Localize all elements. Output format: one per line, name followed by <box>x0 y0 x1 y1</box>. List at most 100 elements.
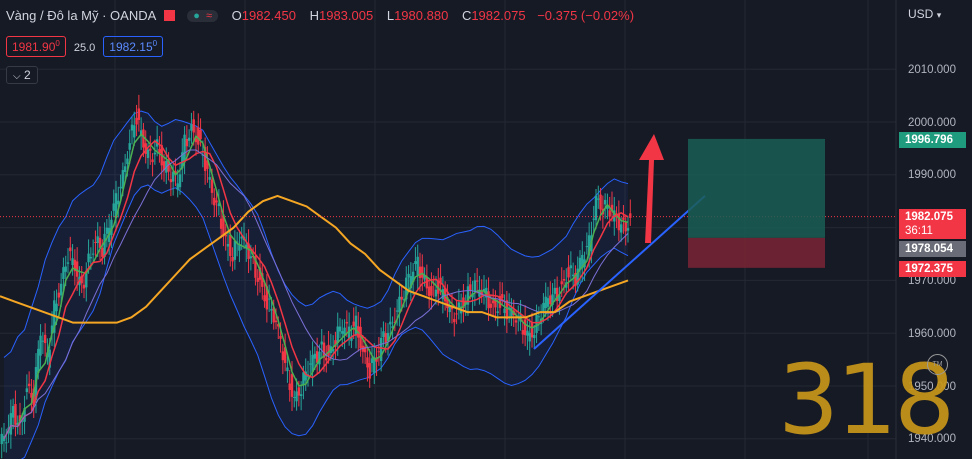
candle-body <box>336 326 339 344</box>
candle-body <box>126 158 129 165</box>
open-value: 1982.450 <box>241 8 296 23</box>
candle-body <box>183 134 186 162</box>
candle-body <box>288 383 291 390</box>
candle-body <box>39 335 42 356</box>
candle-body <box>89 256 93 259</box>
candle-body <box>453 318 456 323</box>
candle-body <box>496 311 499 313</box>
buy-button[interactable]: 1982.150 <box>103 36 164 57</box>
candle-body <box>299 394 303 397</box>
buy-price-sup: 0 <box>152 39 158 48</box>
market-open-icon: ● <box>193 10 200 22</box>
candle-body <box>176 183 179 190</box>
candle-body <box>192 119 195 133</box>
flag-icon[interactable] <box>164 10 176 21</box>
candle-body <box>389 321 392 325</box>
candle-body <box>624 221 627 232</box>
bar-countdown: 36:11 <box>905 225 933 237</box>
candle-body <box>213 197 216 206</box>
candle-body <box>503 308 506 313</box>
candle-body <box>96 236 99 244</box>
current-price: 1982.075 <box>905 211 953 223</box>
candle-body <box>567 267 570 278</box>
candle-body <box>37 348 40 373</box>
candle-body <box>151 159 154 163</box>
candle-body <box>286 367 289 372</box>
candle-body <box>382 331 385 338</box>
market-status-pill[interactable]: ● ≈ <box>187 10 218 22</box>
candle-body <box>69 247 72 252</box>
candle-body <box>185 139 189 147</box>
candle-body <box>400 296 403 300</box>
candle-body <box>352 321 355 327</box>
candle-body <box>119 186 122 189</box>
high-value: 1983.005 <box>318 8 374 23</box>
candle-body <box>57 292 61 298</box>
candle-body <box>379 337 383 362</box>
current-price-tag: 1982.075 36:11 <box>899 209 966 239</box>
candle-body <box>414 261 417 265</box>
candle-body <box>523 319 527 336</box>
candle-body <box>562 279 566 281</box>
candle-body <box>619 224 623 233</box>
candle-body <box>219 218 223 229</box>
candle-body <box>585 246 589 248</box>
candle-body <box>199 129 202 140</box>
candle-body <box>599 194 602 210</box>
candle-body <box>592 218 595 220</box>
candle-body <box>421 266 424 278</box>
candle-body <box>455 313 458 315</box>
candle-body <box>501 294 504 298</box>
close-label: C <box>461 8 472 23</box>
candle-body <box>62 267 65 279</box>
candle-body <box>626 228 630 231</box>
candle-body <box>560 281 563 285</box>
candle-body <box>553 287 557 294</box>
candle-body <box>309 363 312 365</box>
candle-body <box>153 152 157 155</box>
take-profit-tag: 1996.796 <box>899 132 966 148</box>
candle-body <box>302 372 305 385</box>
profit-zone <box>688 138 825 238</box>
candle-body <box>210 179 214 193</box>
candle-body <box>434 289 438 297</box>
candle-body <box>75 261 79 277</box>
candle-body <box>320 341 323 345</box>
candle-body <box>263 295 266 302</box>
candle-body <box>530 323 534 338</box>
axis-tick: 1990.000 <box>908 169 956 181</box>
currency-label: USD <box>908 7 934 21</box>
candle-body <box>27 383 31 387</box>
candle-body <box>25 388 29 393</box>
candle-body <box>105 227 109 234</box>
currency-selector[interactable]: USD ▾ <box>908 7 941 21</box>
candle-body <box>416 256 419 277</box>
spread-value: 25.0 <box>73 42 96 54</box>
sell-button[interactable]: 1981.900 <box>6 36 66 57</box>
trademark-icon: TM <box>927 354 948 375</box>
candle-body <box>87 253 90 263</box>
candle-body <box>190 124 193 131</box>
candle-body <box>11 406 15 418</box>
candle-body <box>537 316 541 318</box>
candle-body <box>249 256 253 259</box>
candle-body <box>366 357 369 368</box>
candle-body <box>345 321 349 324</box>
indicators-toggle-button[interactable]: ⌵ 2 <box>6 66 38 84</box>
candle-body <box>514 320 518 323</box>
candle-body <box>594 195 598 221</box>
candle-body <box>41 340 45 342</box>
low-label: L <box>386 8 395 23</box>
candle-body <box>293 397 296 399</box>
symbol-name[interactable]: Vàng / Đô la Mỹ · OANDA <box>6 8 156 23</box>
candle-body <box>91 253 95 255</box>
chevron-down-icon: ⌵ <box>13 71 21 82</box>
candle-body <box>418 266 422 278</box>
candle-body <box>526 330 529 336</box>
candle-body <box>331 348 335 352</box>
candle-body <box>270 309 273 311</box>
candle-body <box>256 277 259 282</box>
candle-body <box>59 283 63 296</box>
close-value: 1982.075 <box>471 8 526 23</box>
candle-body <box>491 300 495 304</box>
